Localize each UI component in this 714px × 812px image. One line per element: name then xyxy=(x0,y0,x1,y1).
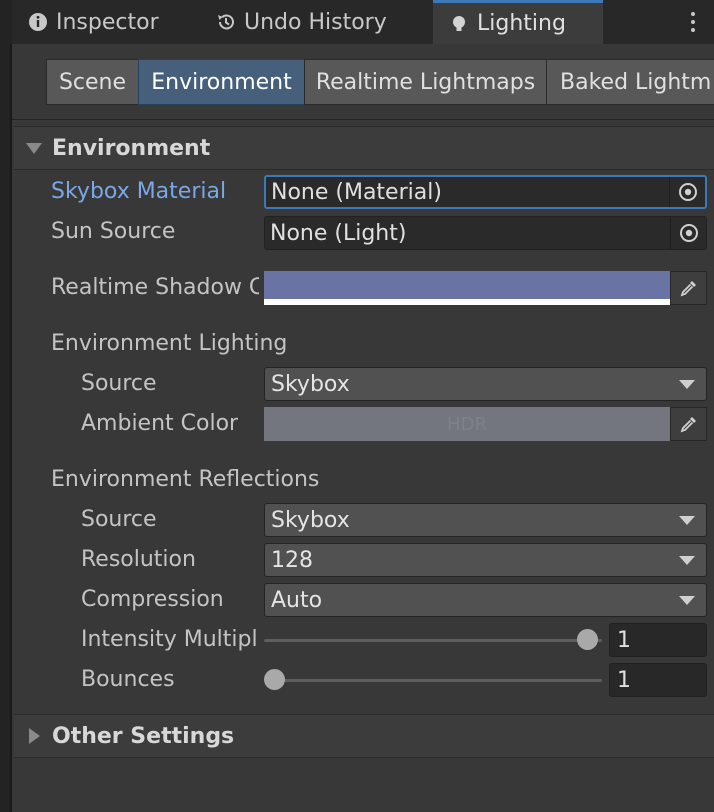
tab-bar: Inspector Undo History Lighting xyxy=(12,0,714,44)
tab-inspector[interactable]: Inspector xyxy=(28,0,198,44)
bounces-input[interactable]: 1 xyxy=(609,663,707,697)
eyedropper-button[interactable] xyxy=(670,407,707,441)
tab-label: Undo History xyxy=(244,9,387,35)
tab-lighting[interactable]: Lighting xyxy=(433,0,603,44)
environment-foldout[interactable]: Environment xyxy=(14,126,714,170)
hdr-overlay-label: HDR xyxy=(447,413,487,435)
environment-button[interactable]: Environment xyxy=(138,59,305,105)
skybox-material-value: None (Material) xyxy=(271,179,442,205)
alpha-bar xyxy=(264,299,670,305)
sun-source-label: Sun Source xyxy=(51,219,176,244)
chevron-down-icon xyxy=(679,379,695,389)
reflection-source-dropdown[interactable]: Skybox xyxy=(264,503,707,537)
eyedropper-icon xyxy=(680,281,696,297)
lighting-source-dropdown[interactable]: Skybox xyxy=(264,367,707,401)
ambient-color-label: Ambient Color xyxy=(81,411,239,436)
skybox-material-label: Skybox Material xyxy=(51,179,227,204)
other-settings-foldout[interactable]: Other Settings xyxy=(14,714,714,758)
ambient-color-field[interactable]: HDR xyxy=(264,407,707,441)
intensity-multiplier-slider[interactable] xyxy=(264,623,602,657)
environment-reflections-heading: Environment Reflections xyxy=(51,467,320,492)
resolution-label: Resolution xyxy=(81,547,196,572)
lightbulb-icon xyxy=(453,15,465,31)
sun-source-value: None (Light) xyxy=(270,220,407,246)
target-icon xyxy=(678,183,697,201)
section-title: Environment xyxy=(52,135,211,161)
bounces-label: Bounces xyxy=(81,667,175,692)
section-title: Other Settings xyxy=(52,723,235,749)
chevron-down-icon xyxy=(679,555,695,565)
object-picker-button[interactable] xyxy=(670,217,706,249)
sun-source-field[interactable]: None (Light) xyxy=(264,216,707,250)
info-icon xyxy=(29,13,47,31)
color-swatch[interactable] xyxy=(264,271,670,305)
history-icon xyxy=(218,14,234,30)
object-picker-button[interactable] xyxy=(669,177,705,207)
scene-button[interactable]: Scene xyxy=(46,59,139,105)
skybox-material-field[interactable]: None (Material) xyxy=(264,175,707,209)
dropdown-value: Skybox xyxy=(271,507,350,533)
dropdown-value: Skybox xyxy=(271,371,350,397)
resolution-dropdown[interactable]: 128 xyxy=(264,543,707,577)
left-panel-edge xyxy=(0,0,12,812)
lighting-toolbar: Scene Environment Realtime Lightmaps Bak… xyxy=(12,44,714,120)
chevron-down-icon xyxy=(679,515,695,525)
reflection-source-label: Source xyxy=(81,507,157,532)
dropdown-value: Auto xyxy=(271,587,323,613)
chevron-down-icon xyxy=(679,595,695,605)
eyedropper-icon xyxy=(680,417,696,433)
tab-label: Lighting xyxy=(477,11,566,36)
dropdown-value: 128 xyxy=(271,547,313,573)
environment-lighting-heading: Environment Lighting xyxy=(51,331,288,356)
foldout-expanded-icon xyxy=(26,143,42,154)
more-options-icon[interactable] xyxy=(690,12,696,32)
intensity-multiplier-input[interactable]: 1 xyxy=(609,623,707,657)
bounces-slider[interactable] xyxy=(264,663,602,697)
compression-dropdown[interactable]: Auto xyxy=(264,583,707,617)
input-value: 1 xyxy=(617,667,631,693)
slider-thumb[interactable] xyxy=(577,629,598,650)
foldout-collapsed-icon xyxy=(29,728,40,744)
intensity-multiplier-label: Intensity Multipl xyxy=(81,627,258,652)
compression-label: Compression xyxy=(81,587,224,612)
tab-label: Inspector xyxy=(56,9,159,35)
baked-lightmaps-button[interactable]: Baked Lightm xyxy=(546,59,714,105)
lighting-source-label: Source xyxy=(81,371,157,396)
realtime-shadow-color-label: Realtime Shadow C xyxy=(51,275,259,300)
input-value: 1 xyxy=(617,627,631,653)
target-icon xyxy=(679,224,698,242)
color-swatch[interactable]: HDR xyxy=(264,407,670,441)
slider-track xyxy=(264,639,602,642)
slider-track xyxy=(264,679,602,682)
eyedropper-button[interactable] xyxy=(670,271,707,305)
slider-thumb[interactable] xyxy=(264,669,285,690)
realtime-shadow-color-field[interactable] xyxy=(264,271,707,305)
panel-background xyxy=(12,758,714,812)
tab-undo-history[interactable]: Undo History xyxy=(216,0,416,44)
realtime-lightmaps-button[interactable]: Realtime Lightmaps xyxy=(304,59,547,105)
